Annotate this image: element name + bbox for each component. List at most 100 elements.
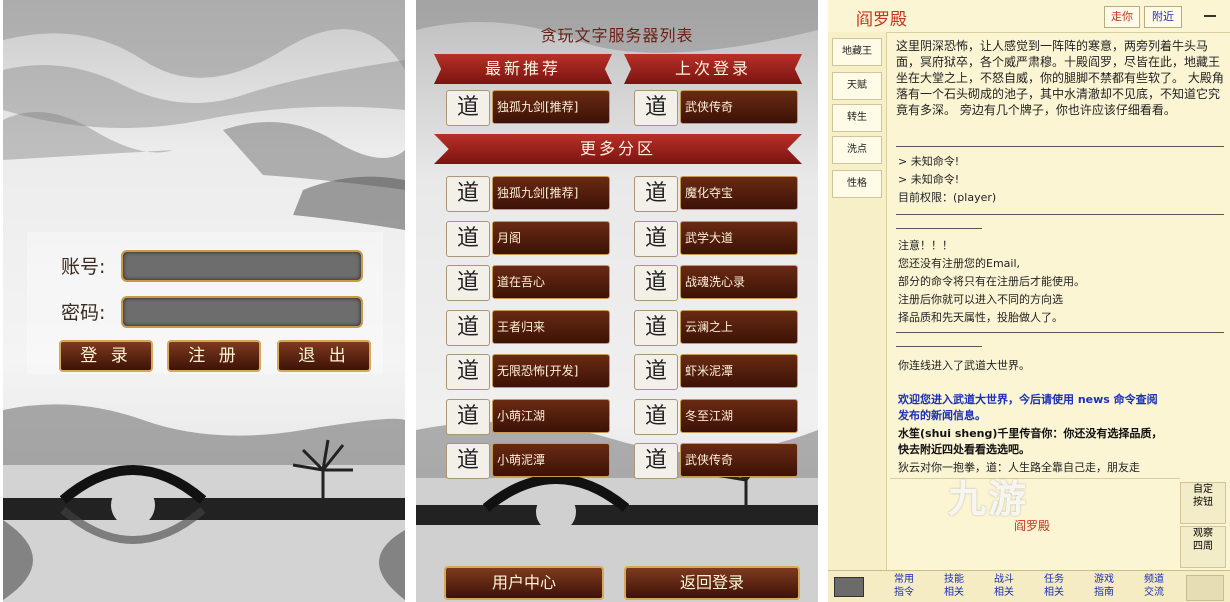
whisper-line: 快去附近四处看看选选吧。	[898, 443, 1030, 456]
server-name: 小萌江湖	[492, 398, 610, 433]
account-input[interactable]	[121, 250, 363, 282]
log-line: > 未知命令!	[898, 155, 960, 168]
last-login-server[interactable]: 道 武侠传奇	[634, 90, 798, 126]
server-list-screen: 贪玩文字服务器列表 最新推荐 上次登录 道 独孤九剑[推荐] 道 武侠传奇 更多…	[416, 0, 818, 602]
dao-logo-icon: 道	[446, 398, 490, 435]
dao-logo-icon: 道	[634, 90, 678, 126]
server-item[interactable]: 道云澜之上	[634, 309, 798, 346]
dao-logo-icon: 道	[446, 354, 490, 390]
server-item[interactable]: 道王者归来	[446, 309, 610, 346]
login-screen: 账号: 密码: 登 录 注 册 退 出	[3, 0, 405, 602]
walk-button[interactable]: 走你	[1104, 6, 1140, 28]
dao-logo-icon: 道	[446, 309, 490, 346]
menu-icon[interactable]	[1204, 15, 1216, 17]
log-line: 目前权限：(player)	[898, 191, 997, 204]
server-item[interactable]: 道战魂洗心录	[634, 265, 798, 301]
dao-logo-icon: 道	[446, 265, 490, 301]
dao-logo-icon: 道	[634, 398, 678, 435]
room-description: 这里阴深恐怖，让人感觉到一阵阵的寒意，两旁列着牛头马面，冥府狱卒，各个威严肃穆。…	[896, 39, 1224, 117]
server-name: 独孤九剑[推荐]	[492, 90, 610, 124]
tab-combat[interactable]: 战斗 相关	[982, 573, 1026, 601]
tab-skills[interactable]: 技能 相关	[932, 573, 976, 601]
server-item[interactable]: 道独孤九剑[推荐]	[446, 176, 610, 212]
back-to-login-button[interactable]: 返回登录	[624, 566, 800, 600]
dao-logo-icon: 道	[634, 354, 678, 390]
server-name: 月阁	[492, 220, 610, 255]
server-name: 战魂洗心录	[680, 265, 798, 299]
server-item[interactable]: 道冬至江湖	[634, 398, 798, 435]
dao-logo-icon: 道	[634, 176, 678, 212]
tab-channel-chat[interactable]: 频道 交流	[1132, 573, 1176, 601]
server-item[interactable]: 道武学大道	[634, 220, 798, 257]
server-name: 独孤九剑[推荐]	[492, 176, 610, 210]
keyboard-icon[interactable]	[834, 577, 864, 597]
custom-button[interactable]: 自定 按钮	[1180, 482, 1226, 524]
server-item[interactable]: 道道在吾心	[446, 265, 610, 301]
divider	[896, 146, 1224, 147]
server-item[interactable]: 道无限恐怖[开发]	[446, 354, 610, 390]
sidebar-item-reset-points[interactable]: 洗点	[832, 136, 882, 164]
divider	[896, 214, 1224, 215]
news-line: 发布的新闻信息。	[898, 409, 986, 422]
last-login-banner: 上次登录	[624, 54, 802, 84]
dao-logo-icon: 道	[634, 265, 678, 301]
server-name: 无限恐怖[开发]	[492, 354, 610, 388]
server-name: 武侠传奇	[680, 90, 798, 124]
server-item[interactable]: 道月阁	[446, 220, 610, 257]
sidebar-item-dizangwang[interactable]: 地藏王	[832, 38, 882, 66]
server-name: 道在吾心	[492, 265, 610, 299]
room-header: 阎罗殿 走你 附近	[828, 0, 1230, 33]
dao-logo-icon: 道	[634, 309, 678, 346]
whisper-line: 水笙(shui sheng)千里传音你：你还没有选择品质，	[898, 427, 1163, 440]
dao-logo-icon: 道	[634, 443, 678, 479]
server-item[interactable]: 道魔化夺宝	[634, 176, 798, 212]
look-around-button[interactable]: 观察 四周	[1180, 526, 1226, 568]
more-tab[interactable]	[1186, 575, 1224, 601]
register-button[interactable]: 注 册	[167, 340, 261, 372]
tab-guide[interactable]: 游戏 指南	[1082, 573, 1126, 601]
server-name: 魔化夺宝	[680, 176, 798, 210]
server-item[interactable]: 道武侠传奇	[634, 443, 798, 479]
tab-common-commands[interactable]: 常用 指令	[882, 573, 926, 601]
divider	[896, 346, 982, 347]
news-line: 欢迎您进入武道大世界，今后请使用 news 命令查阅	[898, 393, 1158, 406]
sidebar-item-personality[interactable]: 性格	[832, 170, 882, 198]
login-button[interactable]: 登 录	[59, 340, 153, 372]
server-name: 虾米泥潭	[680, 354, 798, 388]
room-title: 阎罗殿	[856, 10, 907, 30]
log-line: 择品质和先天属性，投胎做人了。	[898, 311, 1063, 324]
sidebar-item-rebirth[interactable]: 转生	[832, 104, 882, 132]
server-name: 冬至江湖	[680, 398, 798, 433]
more-servers-banner: 更多分区	[434, 134, 802, 164]
password-label: 密码:	[61, 302, 106, 324]
npc-sidebar: 地藏王 天赋 转生 洗点 性格	[828, 32, 887, 570]
dao-logo-icon: 道	[634, 220, 678, 257]
server-name: 武学大道	[680, 220, 798, 255]
log-line: 您还没有注册您的Email,	[898, 257, 1021, 270]
recommended-server[interactable]: 道 独孤九剑[推荐]	[446, 90, 610, 126]
user-center-button[interactable]: 用户中心	[444, 566, 604, 600]
server-item[interactable]: 道小萌泥潭	[446, 443, 610, 479]
divider	[896, 228, 982, 229]
watermark-logo: 九游	[948, 477, 1029, 521]
password-input[interactable]	[121, 296, 363, 328]
command-area[interactable]: 阎罗殿	[890, 478, 1180, 569]
server-list-title: 贪玩文字服务器列表	[540, 26, 694, 45]
server-name: 小萌泥潭	[492, 443, 610, 477]
log-line: 注意！！！	[898, 239, 953, 252]
bottom-tab-bar: 常用 指令 技能 相关 战斗 相关 任务 相关 游戏 指南 频道 交流	[828, 570, 1230, 602]
nearby-button[interactable]: 附近	[1144, 6, 1182, 28]
server-name: 云澜之上	[680, 309, 798, 344]
server-name: 武侠传奇	[680, 443, 798, 477]
server-item[interactable]: 道小萌江湖	[446, 398, 610, 435]
server-item[interactable]: 道虾米泥潭	[634, 354, 798, 390]
dao-logo-icon: 道	[446, 90, 490, 126]
dao-logo-icon: 道	[446, 176, 490, 212]
exit-button[interactable]: 退 出	[277, 340, 371, 372]
dao-logo-icon: 道	[446, 443, 490, 479]
sidebar-item-talent[interactable]: 天赋	[832, 72, 882, 100]
tab-quests[interactable]: 任务 相关	[1032, 573, 1076, 601]
server-name: 王者归来	[492, 309, 610, 344]
log-line: 部分的命令将只有在注册后才能使用。	[898, 275, 1085, 288]
recommended-banner: 最新推荐	[434, 54, 612, 84]
